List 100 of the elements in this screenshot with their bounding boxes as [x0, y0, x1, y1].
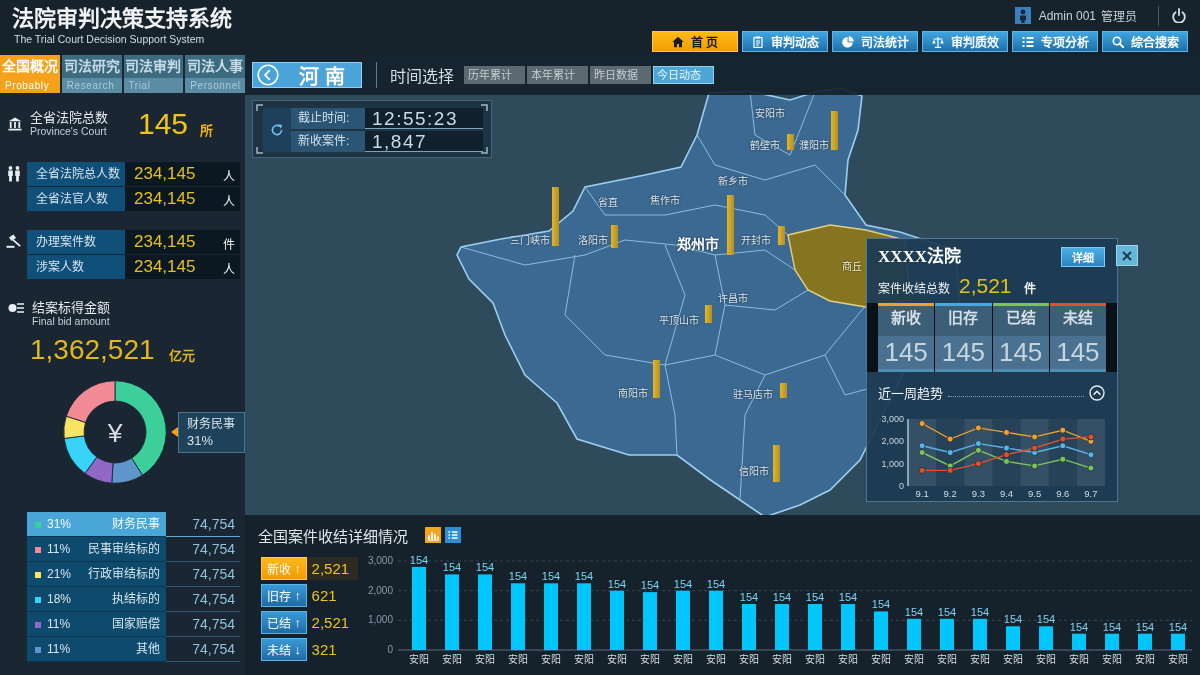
refresh-button[interactable] [263, 108, 291, 152]
stat-value: 321 [310, 639, 338, 660]
pointer-icon [171, 427, 178, 437]
time-tab[interactable]: 今日动态 [653, 66, 714, 84]
axis-label: 9.3 [971, 488, 985, 499]
legend-item[interactable]: 11% 其他 [27, 637, 166, 662]
chart-title: 全国案件收结详细情况 [258, 526, 408, 546]
data-point [918, 467, 926, 474]
data-point [1031, 433, 1038, 441]
city-label: 商丘 [842, 261, 862, 273]
side-tab[interactable]: 司法人事 Personnel [185, 55, 245, 93]
detail-button[interactable]: 详细 [1061, 247, 1105, 267]
city-label: 濮阳市 [799, 140, 829, 152]
tooltip-value: 31% [187, 431, 215, 449]
bar-label: 154 [475, 561, 495, 574]
stat-button[interactable]: 新收 ↑ [261, 556, 307, 580]
unit-label: 亿元 [168, 348, 195, 364]
side-tab[interactable]: 司法审判 Trial [123, 55, 184, 93]
bar-label: 154 [1168, 620, 1188, 633]
bar-label: 154 [904, 605, 924, 618]
update-value: 1,847 [365, 131, 483, 152]
data-point [975, 460, 982, 468]
stat-button[interactable]: 旧存 ↑ [261, 583, 307, 607]
category-label: 安阳 [508, 654, 528, 665]
unit-label: 人 [223, 262, 236, 279]
chart-bar [1105, 633, 1119, 650]
chart-bar [874, 611, 888, 650]
people-icon [6, 166, 21, 182]
bar-label: 154 [739, 591, 759, 603]
stat-value: 234,145 [133, 188, 197, 210]
city-bar [831, 111, 838, 150]
time-tab[interactable]: 昨日数据 [590, 66, 651, 84]
update-value: 12:55:23 [365, 108, 483, 129]
coin-list-icon [8, 302, 24, 314]
scales-icon [931, 35, 944, 48]
chart-bar [808, 604, 822, 650]
data-point [946, 435, 954, 443]
bar-label: 154 [772, 591, 792, 603]
bar-label: 154 [640, 579, 660, 592]
axis-label: 1,000 [367, 614, 393, 626]
close-icon [1122, 250, 1132, 261]
data-point [1087, 451, 1095, 459]
stat-button[interactable]: 已结 ↑ [261, 610, 307, 634]
legend-value: 74,754 [166, 587, 240, 612]
data-point [946, 449, 954, 456]
bar-label: 154 [1069, 620, 1089, 633]
list-icon[interactable] [445, 527, 461, 543]
category-label: 安阳 [838, 654, 858, 665]
chart-bar [1138, 633, 1152, 650]
chart-bar [577, 583, 591, 651]
nav-button[interactable]: 综合搜索 [1102, 31, 1188, 52]
stat-button[interactable]: 未结 ↓ [261, 637, 307, 661]
power-icon[interactable] [1172, 8, 1186, 23]
nav-button[interactable]: 专项分析 [1012, 31, 1098, 52]
stat-label: 旧存 [947, 309, 980, 328]
category-label: 安阳 [574, 654, 594, 665]
chart-bar [709, 590, 723, 650]
category-label: 安阳 [904, 654, 924, 665]
back-button[interactable]: 河南 [252, 62, 362, 88]
legend-item[interactable]: 21% 行政审结标的 [27, 562, 166, 587]
app-subtitle: The Trial Court Decision Support System [14, 32, 205, 46]
nav-button[interactable]: 审判质效 [922, 31, 1008, 52]
nav-button[interactable]: 司法统计 [832, 31, 918, 52]
data-point [1059, 455, 1067, 463]
category-label: 安阳 [442, 654, 462, 665]
stat-label: 全省法院总人数 [27, 162, 125, 186]
side-tab[interactable]: 司法研究 Research [61, 55, 122, 93]
city-label: 洛阳市 [578, 235, 608, 247]
city-label: 信阳市 [739, 466, 769, 478]
axis-label: 9.7 [1084, 488, 1098, 499]
city-bar [780, 383, 787, 398]
clipboard-icon [751, 35, 764, 48]
axis-label: 0 [899, 481, 904, 491]
stat-value: 145 [1049, 336, 1106, 369]
side-tab[interactable]: 全国概况 Probably [0, 55, 60, 93]
stat-value: 145 [878, 336, 935, 369]
popup-title: XXXX法院 [878, 247, 962, 267]
axis-label: 3,000 [367, 555, 393, 566]
axis-label: 1,000 [881, 458, 904, 469]
legend-item[interactable]: 11% 民事审结标的 [27, 537, 166, 562]
chart-bar [676, 590, 690, 650]
unit-label: 件 [223, 237, 236, 254]
home-icon [671, 35, 684, 48]
axis-label: 0 [387, 644, 393, 655]
nav-button[interactable]: 审判动态 [742, 31, 828, 52]
time-tab[interactable]: 本年累计 [527, 66, 588, 84]
legend-item[interactable]: 18% 执结标的 [27, 587, 166, 612]
chevron-up-icon[interactable] [1089, 384, 1105, 401]
category-label: 安阳 [1003, 654, 1023, 665]
stat-value: 234,145 [133, 231, 197, 253]
nav-button[interactable]: 首 页 [652, 31, 738, 52]
category-label: 安阳 [970, 654, 990, 665]
time-tab[interactable]: 历年累计 [464, 66, 525, 84]
legend-item[interactable]: 11% 国家赔偿 [27, 612, 166, 637]
close-button[interactable] [1116, 245, 1138, 266]
category-label: 安阳 [937, 654, 957, 665]
stat-title: 结案标得金额 [32, 300, 111, 315]
stat-value: 2,521 [306, 556, 358, 580]
legend-item[interactable]: 31% 财务民事 [27, 512, 166, 537]
bar-label: 154 [937, 605, 957, 618]
